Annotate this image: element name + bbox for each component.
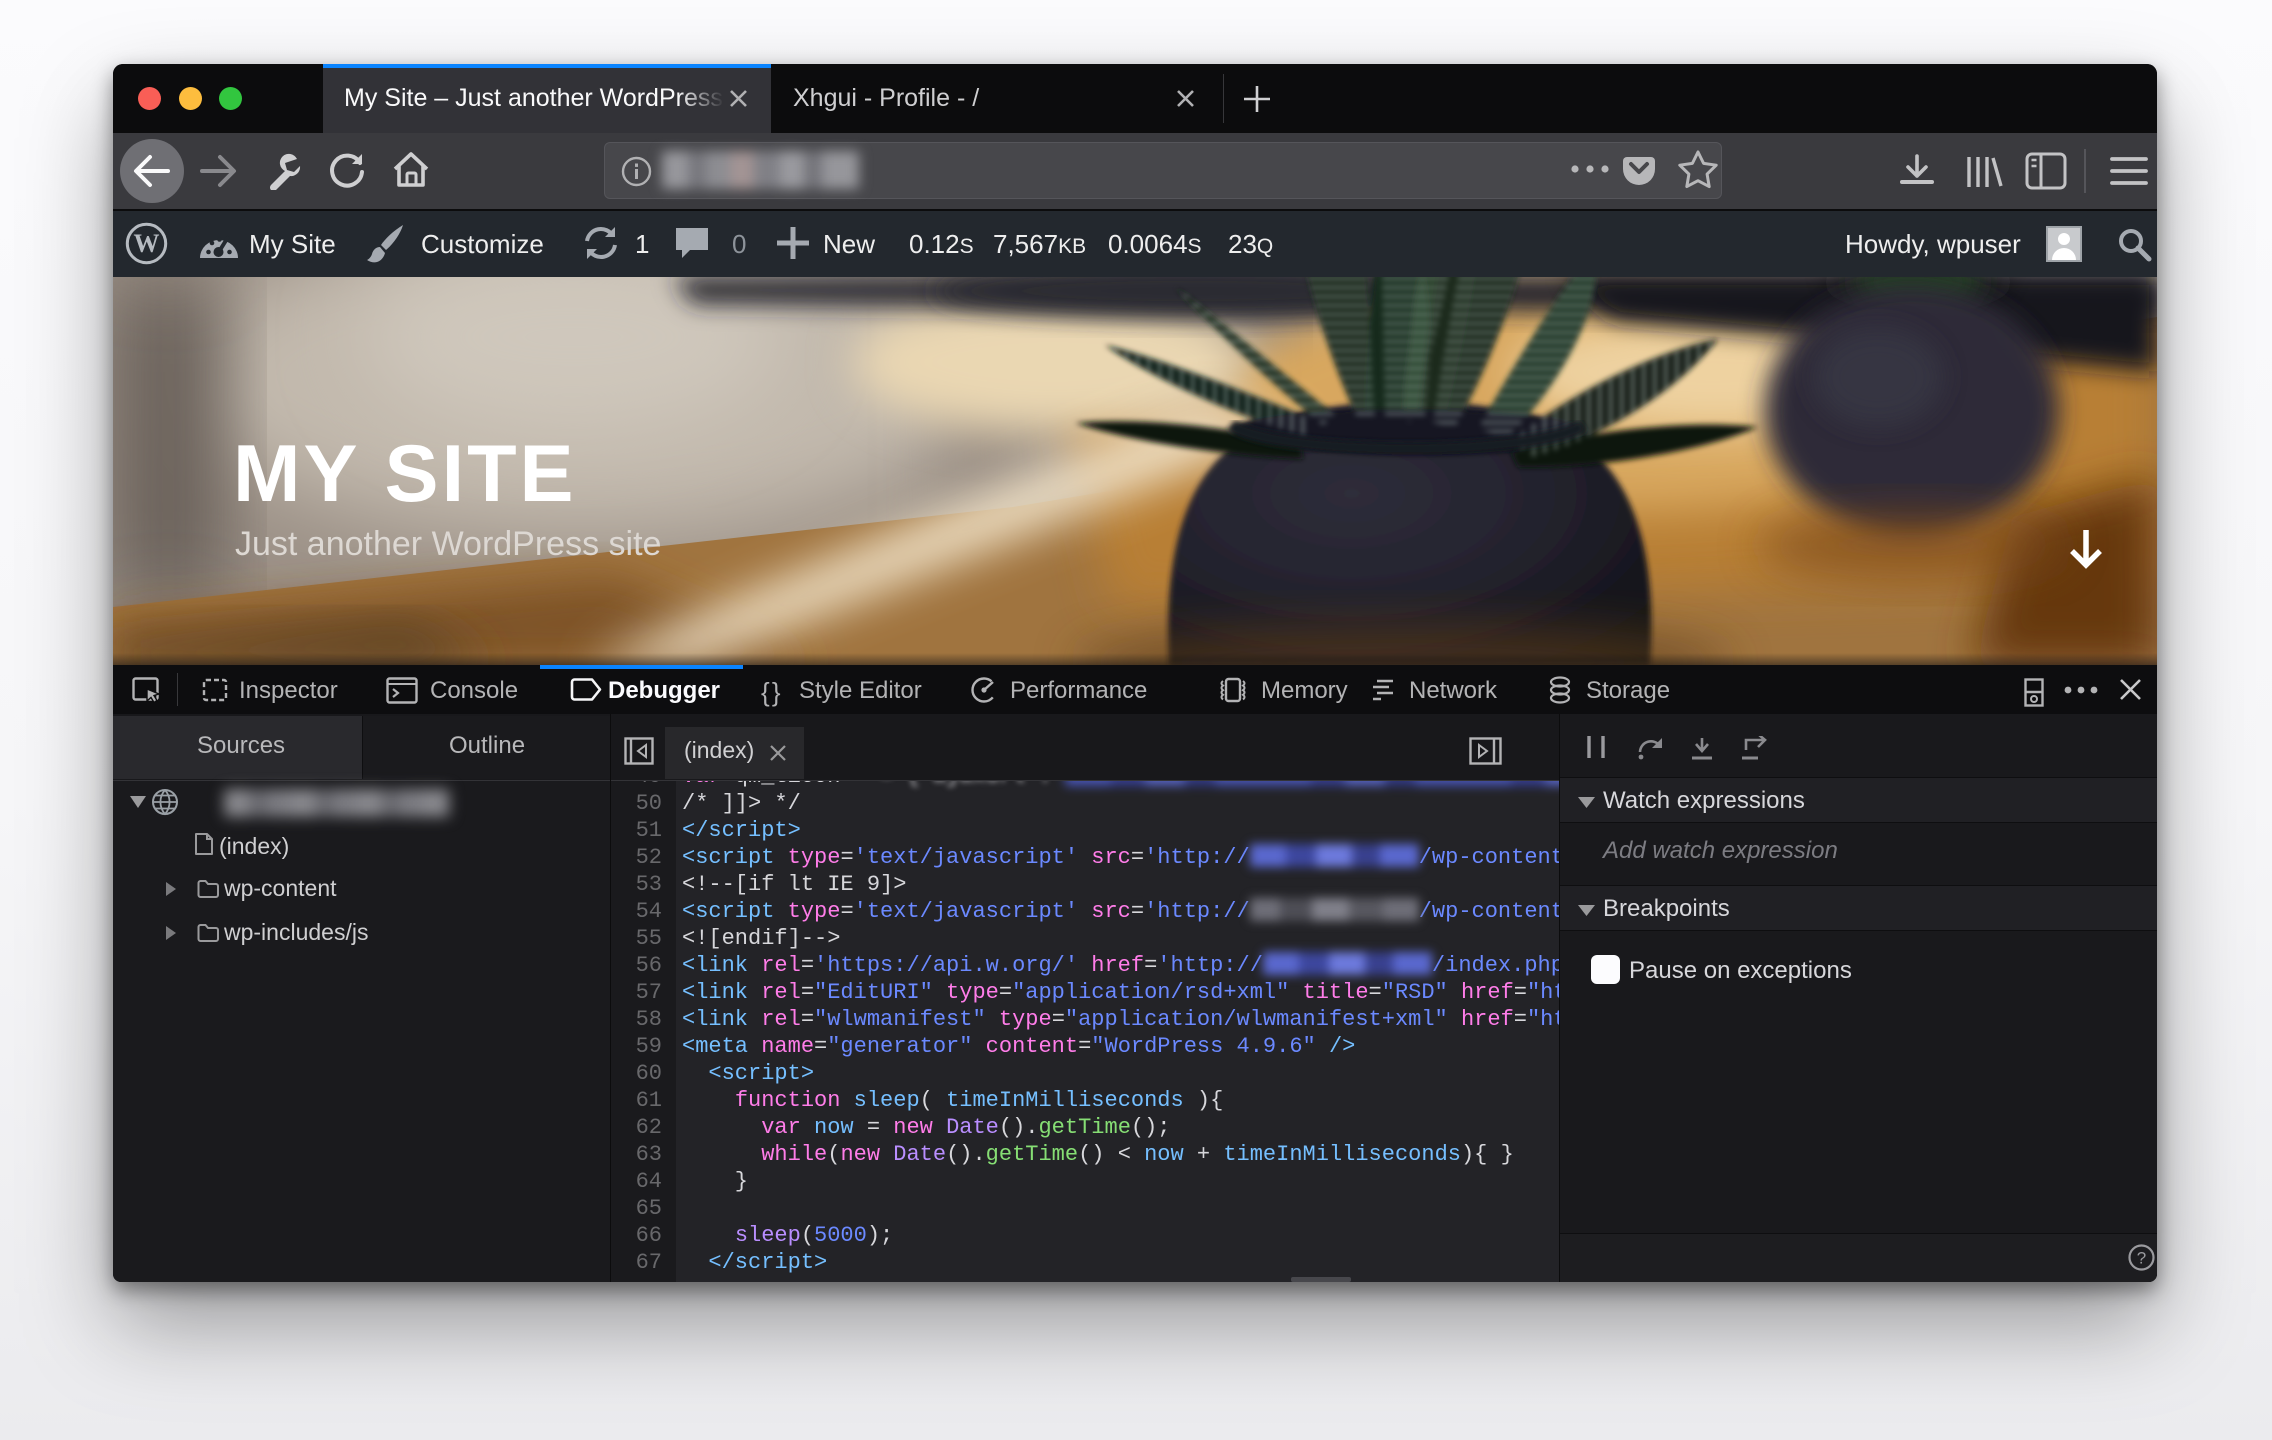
svg-text:?: ? <box>2137 1249 2146 1268</box>
svg-text:W: W <box>134 229 160 258</box>
